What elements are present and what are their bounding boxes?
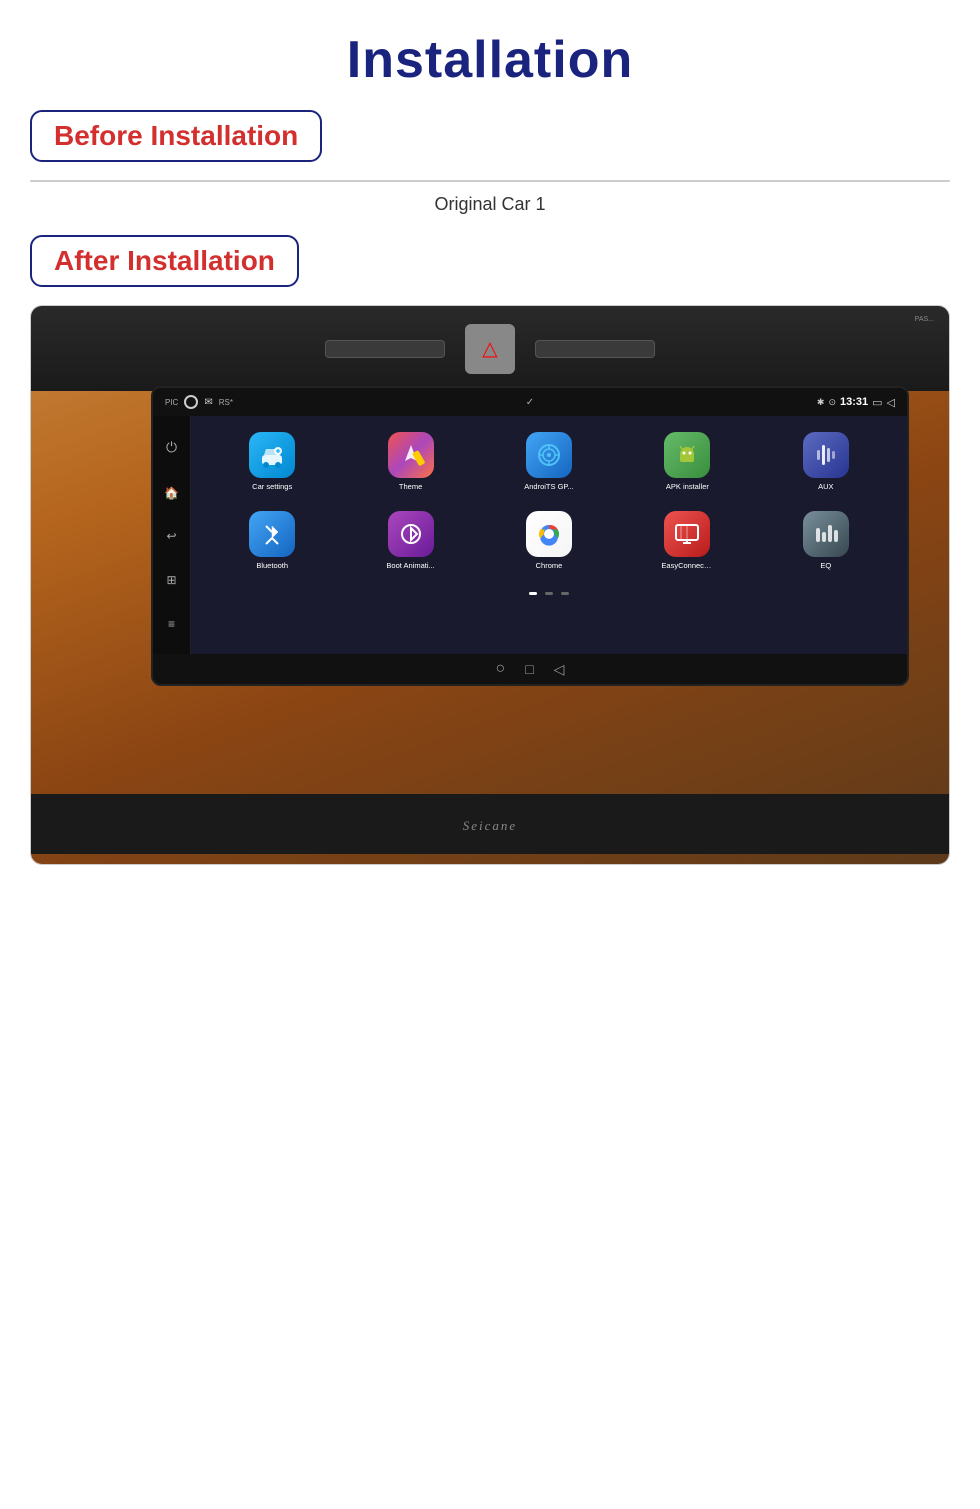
back-nav-btn[interactable]: ◁ — [554, 661, 565, 678]
status-time: 13:31 — [840, 396, 868, 408]
app-chrome[interactable]: Chrome — [484, 511, 614, 570]
after-badge: After Installation — [30, 235, 299, 287]
msg-icon: ✉ — [204, 397, 212, 408]
boot-icon — [388, 511, 434, 557]
status-circle — [184, 395, 198, 409]
bluetooth-indicator: ✱ — [817, 397, 825, 408]
car-settings-icon — [249, 432, 295, 478]
after-vent-left — [325, 340, 445, 358]
page-dot-2 — [545, 592, 553, 595]
home-nav-btn[interactable]: ○ — [496, 660, 506, 678]
after-bottom-bar: Seicane — [31, 794, 949, 854]
status-right: ✱ ⊙ 13:31 ▭ ◁ — [817, 396, 895, 409]
after-hazard-button: △ — [465, 324, 515, 374]
battery-icon: ▭ — [872, 396, 882, 409]
before-section: Before Installation △ PASSENGERAIR BAG ⏏… — [0, 110, 980, 235]
eq-svg — [812, 520, 840, 548]
apk-icon — [664, 432, 710, 478]
after-label: After Installation — [54, 245, 275, 276]
after-car-image: △ PAS... PIC ✉ RS* ✓ — [30, 305, 950, 865]
aux-svg — [812, 441, 840, 469]
apk-label: APK installer — [666, 482, 709, 491]
app-easy-connect[interactable]: EasyConnecti... — [622, 511, 752, 570]
original-car-caption: Original Car 1 — [0, 194, 980, 215]
android-navbar: ○ □ ◁ — [153, 654, 907, 684]
app-bluetooth[interactable]: Bluetooth — [207, 511, 337, 570]
android-status-bar: PIC ✉ RS* ✓ ✱ ⊙ 13:31 ▭ ◁ — [153, 388, 907, 416]
after-section: After Installation △ PAS... PIC ✉ RS* — [0, 235, 980, 865]
app-row-2: Bluetooth Boot Animati... — [199, 503, 899, 578]
app-boot[interactable]: Boot Animati... — [345, 511, 475, 570]
app-theme[interactable]: Theme — [345, 432, 475, 491]
app-row-1: Car settings Theme — [199, 424, 899, 499]
boot-label: Boot Animati... — [386, 561, 434, 570]
android-home-screen: Car settings Theme — [191, 416, 907, 654]
aux-label: AUX — [818, 482, 833, 491]
gps-label: AndroiTS GP... — [524, 482, 573, 491]
bluetooth-label: Bluetooth — [256, 561, 288, 570]
easy-connect-icon — [664, 511, 710, 557]
app-eq[interactable]: EQ — [761, 511, 891, 570]
top-vents: △ PASSENGERAIR BAG — [31, 181, 949, 182]
location-icon: ⊙ — [828, 397, 836, 408]
before-badge: Before Installation — [30, 110, 322, 162]
chrome-svg — [535, 520, 563, 548]
app-aux[interactable]: AUX — [761, 432, 891, 491]
after-vent-right — [535, 340, 655, 358]
page-dot-3 — [561, 592, 569, 595]
app-car-settings[interactable]: Car settings — [207, 432, 337, 491]
theme-icon — [388, 432, 434, 478]
pic-label: PIC — [165, 398, 178, 407]
bluetooth-icon — [249, 511, 295, 557]
aux-icon — [803, 432, 849, 478]
recent-nav-btn[interactable]: □ — [525, 661, 533, 677]
eq-label: EQ — [820, 561, 831, 570]
app-apk[interactable]: APK installer — [622, 432, 752, 491]
bluetooth-svg — [258, 520, 286, 548]
boot-svg — [397, 520, 425, 548]
gps-svg — [535, 441, 563, 469]
easy-connect-label: EasyConnecti... — [661, 561, 713, 570]
theme-label: Theme — [399, 482, 422, 491]
after-interior: △ PAS... PIC ✉ RS* ✓ — [31, 306, 949, 864]
app-gps[interactable]: AndroiTS GP... — [484, 432, 614, 491]
seicane-brand: Seicane — [463, 818, 517, 834]
car-settings-label: Car settings — [252, 482, 292, 491]
page-indicator — [199, 592, 899, 595]
left-nav-bar: ⏻ 🏠 ↩ ⊞ ≡ — [153, 416, 191, 654]
center-chevron: ✓ — [526, 397, 534, 408]
easy-svg — [673, 520, 701, 548]
back-arrow: ◁ — [887, 396, 895, 409]
eq-icon — [803, 511, 849, 557]
before-label: Before Installation — [54, 120, 298, 151]
apk-svg — [673, 441, 701, 469]
before-car-image: △ PASSENGERAIR BAG ⏏ RADIO CD AUX ⏮ ⏭ — [30, 180, 950, 182]
gps-icon — [526, 432, 572, 478]
after-top-vents: △ PAS... — [31, 306, 949, 391]
android-head-unit: PIC ✉ RS* ✓ ✱ ⊙ 13:31 ▭ ◁ — [151, 386, 909, 686]
page-title: Installation — [347, 30, 633, 90]
page-dot-1 — [529, 592, 537, 595]
status-left: PIC ✉ RS* — [165, 395, 233, 409]
theme-svg — [397, 441, 425, 469]
chrome-icon — [526, 511, 572, 557]
chrome-label: Chrome — [536, 561, 563, 570]
car-settings-svg — [258, 441, 286, 469]
